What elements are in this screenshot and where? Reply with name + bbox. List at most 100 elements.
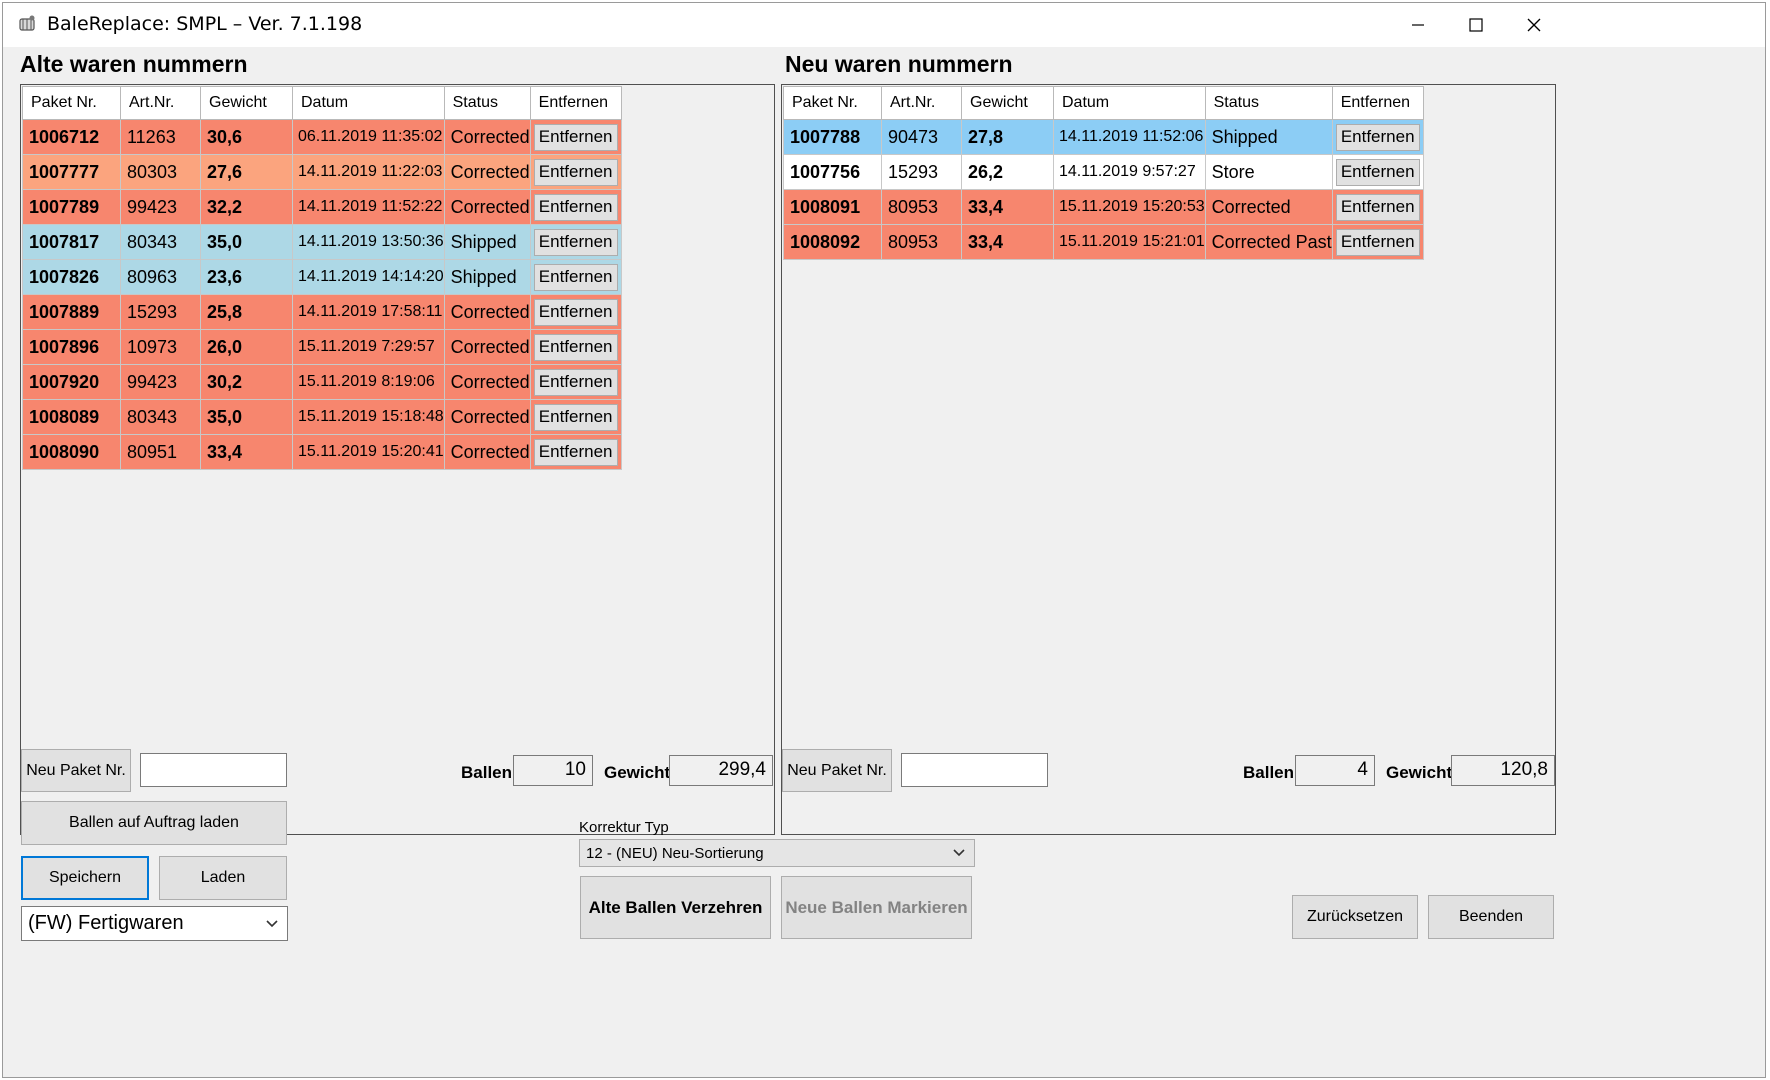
col-header-datum[interactable]: Datum xyxy=(292,86,445,120)
remove-row-button[interactable]: Entfernen xyxy=(1335,158,1420,186)
col-header-datum[interactable]: Datum xyxy=(1053,86,1206,120)
table-row[interactable]: 1007889 15293 25,8 14.11.2019 17:58:11 Corre… xyxy=(22,294,622,330)
save-button[interactable]: Speichern xyxy=(21,856,149,900)
cell-status[interactable]: Store xyxy=(1204,154,1333,190)
cell-gewicht[interactable]: 33,4 xyxy=(961,224,1054,260)
cell-status[interactable]: Corrected xyxy=(443,119,531,155)
cell-paket-nr[interactable]: 1008090 xyxy=(22,434,121,470)
table-row[interactable]: 1008090 80951 33,4 15.11.2019 15:20:41 Corre… xyxy=(22,434,622,470)
col-header-status[interactable]: Status xyxy=(1204,86,1333,120)
cell-datum[interactable]: 15.11.2019 8:19:06 xyxy=(292,364,445,400)
cell-art-nr[interactable]: 15293 xyxy=(881,154,962,190)
table-row[interactable]: 1007788 90473 27,8 14.11.2019 11:52:06 Shipp… xyxy=(783,119,1424,155)
remove-row-button[interactable]: Entfernen xyxy=(533,263,618,291)
cell-gewicht[interactable]: 27,6 xyxy=(200,154,293,190)
remove-row-button[interactable]: Entfernen xyxy=(533,438,618,466)
cell-status[interactable]: Corrected xyxy=(443,154,531,190)
new-new-paket-button[interactable]: Neu Paket Nr. xyxy=(782,749,892,792)
cell-art-nr[interactable]: 80953 xyxy=(881,189,962,225)
cell-paket-nr[interactable]: 1007920 xyxy=(22,364,121,400)
cell-art-nr[interactable]: 10973 xyxy=(120,329,201,365)
cell-status[interactable]: Shipped xyxy=(443,259,531,295)
cell-datum[interactable]: 06.11.2019 11:35:02 xyxy=(292,119,445,155)
cell-datum[interactable]: 14.11.2019 11:22:03 xyxy=(292,154,445,190)
cell-datum[interactable]: 14.11.2019 13:50:36 xyxy=(292,224,445,260)
cell-gewicht[interactable]: 33,4 xyxy=(200,434,293,470)
new-paket-input[interactable] xyxy=(901,753,1048,787)
table-row[interactable]: 1006712 11263 30,6 06.11.2019 11:35:02 Corre… xyxy=(22,119,622,155)
cell-art-nr[interactable]: 11263 xyxy=(120,119,201,155)
old-paket-input[interactable] xyxy=(140,753,287,787)
cell-gewicht[interactable]: 35,0 xyxy=(200,224,293,260)
cell-paket-nr[interactable]: 1008089 xyxy=(22,399,121,435)
col-header-art[interactable]: Art.Nr. xyxy=(881,86,962,120)
cell-paket-nr[interactable]: 1007896 xyxy=(22,329,121,365)
cell-paket-nr[interactable]: 1007889 xyxy=(22,294,121,330)
new-items-grid[interactable]: Paket Nr. Art.Nr. Gewicht Datum Status E… xyxy=(781,84,1556,835)
remove-row-button[interactable]: Entfernen xyxy=(533,403,618,431)
close-button[interactable] xyxy=(1501,3,1567,47)
cell-paket-nr[interactable]: 1008092 xyxy=(783,224,882,260)
col-header-art[interactable]: Art.Nr. xyxy=(120,86,201,120)
minimize-button[interactable] xyxy=(1385,3,1451,47)
remove-row-button[interactable]: Entfernen xyxy=(533,228,618,256)
col-header-gewicht[interactable]: Gewicht xyxy=(200,86,293,120)
cell-art-nr[interactable]: 99423 xyxy=(120,364,201,400)
remove-row-button[interactable]: Entfernen xyxy=(533,298,618,326)
cell-status[interactable]: Corrected xyxy=(443,329,531,365)
cell-datum[interactable]: 14.11.2019 14:14:20 xyxy=(292,259,445,295)
cell-paket-nr[interactable]: 1007789 xyxy=(22,189,121,225)
col-header-gewicht[interactable]: Gewicht xyxy=(961,86,1054,120)
cell-datum[interactable]: 14.11.2019 9:57:27 xyxy=(1053,154,1206,190)
cell-art-nr[interactable]: 80963 xyxy=(120,259,201,295)
table-row[interactable]: 1007777 80303 27,6 14.11.2019 11:22:03 Corre… xyxy=(22,154,622,190)
title-bar[interactable]: BaleReplace: SMPL – Ver. 7.1.198 xyxy=(3,3,1765,47)
cell-paket-nr[interactable]: 1008091 xyxy=(783,189,882,225)
table-row[interactable]: 1007826 80963 23,6 14.11.2019 14:14:20 Shipp… xyxy=(22,259,622,295)
mark-new-bales-button[interactable]: Neue Ballen Markieren xyxy=(781,876,972,939)
cell-gewicht[interactable]: 26,2 xyxy=(961,154,1054,190)
table-row[interactable]: 1007920 99423 30,2 15.11.2019 8:19:06 Correc… xyxy=(22,364,622,400)
cell-datum[interactable]: 14.11.2019 17:58:11 xyxy=(292,294,445,330)
old-items-grid[interactable]: Paket Nr. Art.Nr. Gewicht Datum Status E… xyxy=(20,84,775,835)
cell-paket-nr[interactable]: 1007817 xyxy=(22,224,121,260)
cell-status[interactable]: Corrected Past xyxy=(1204,224,1333,260)
cell-gewicht[interactable]: 26,0 xyxy=(200,329,293,365)
cell-gewicht[interactable]: 30,2 xyxy=(200,364,293,400)
cell-paket-nr[interactable]: 1007756 xyxy=(783,154,882,190)
cell-status[interactable]: Corrected xyxy=(443,434,531,470)
cell-art-nr[interactable]: 99423 xyxy=(120,189,201,225)
cell-status[interactable]: Corrected xyxy=(443,294,531,330)
cell-paket-nr[interactable]: 1006712 xyxy=(22,119,121,155)
load-button[interactable]: Laden xyxy=(159,856,287,900)
cell-gewicht[interactable]: 32,2 xyxy=(200,189,293,225)
cell-status[interactable]: Shipped xyxy=(1204,119,1333,155)
cell-gewicht[interactable]: 33,4 xyxy=(961,189,1054,225)
cell-gewicht[interactable]: 35,0 xyxy=(200,399,293,435)
col-header-entfernen[interactable]: Entfernen xyxy=(1331,86,1424,120)
warehouse-select[interactable]: (FW) Fertigwaren xyxy=(21,906,288,941)
cell-status[interactable]: Corrected xyxy=(443,399,531,435)
cell-art-nr[interactable]: 15293 xyxy=(120,294,201,330)
col-header-status[interactable]: Status xyxy=(443,86,531,120)
cell-datum[interactable]: 14.11.2019 11:52:22 xyxy=(292,189,445,225)
remove-row-button[interactable]: Entfernen xyxy=(1335,123,1420,151)
maximize-button[interactable] xyxy=(1443,3,1509,47)
table-row[interactable]: 1008089 80343 35,0 15.11.2019 15:18:48 Corre… xyxy=(22,399,622,435)
remove-row-button[interactable]: Entfernen xyxy=(1335,193,1420,221)
cell-datum[interactable]: 15.11.2019 15:21:01 xyxy=(1053,224,1206,260)
cell-status[interactable]: Corrected xyxy=(1204,189,1333,225)
table-row[interactable]: 1007756 15293 26,2 14.11.2019 9:57:27 Store E… xyxy=(783,154,1424,190)
reset-button[interactable]: Zurücksetzen xyxy=(1292,895,1418,939)
remove-row-button[interactable]: Entfernen xyxy=(533,193,618,221)
table-row[interactable]: 1008092 80953 33,4 15.11.2019 15:21:01 Corre… xyxy=(783,224,1424,260)
cell-gewicht[interactable]: 25,8 xyxy=(200,294,293,330)
remove-row-button[interactable]: Entfernen xyxy=(533,123,618,151)
cell-datum[interactable]: 15.11.2019 15:20:53 xyxy=(1053,189,1206,225)
col-header-entfernen[interactable]: Entfernen xyxy=(529,86,622,120)
cell-paket-nr[interactable]: 1007826 xyxy=(22,259,121,295)
cell-gewicht[interactable]: 23,6 xyxy=(200,259,293,295)
cell-status[interactable]: Corrected xyxy=(443,189,531,225)
cell-paket-nr[interactable]: 1007777 xyxy=(22,154,121,190)
cell-art-nr[interactable]: 80343 xyxy=(120,224,201,260)
